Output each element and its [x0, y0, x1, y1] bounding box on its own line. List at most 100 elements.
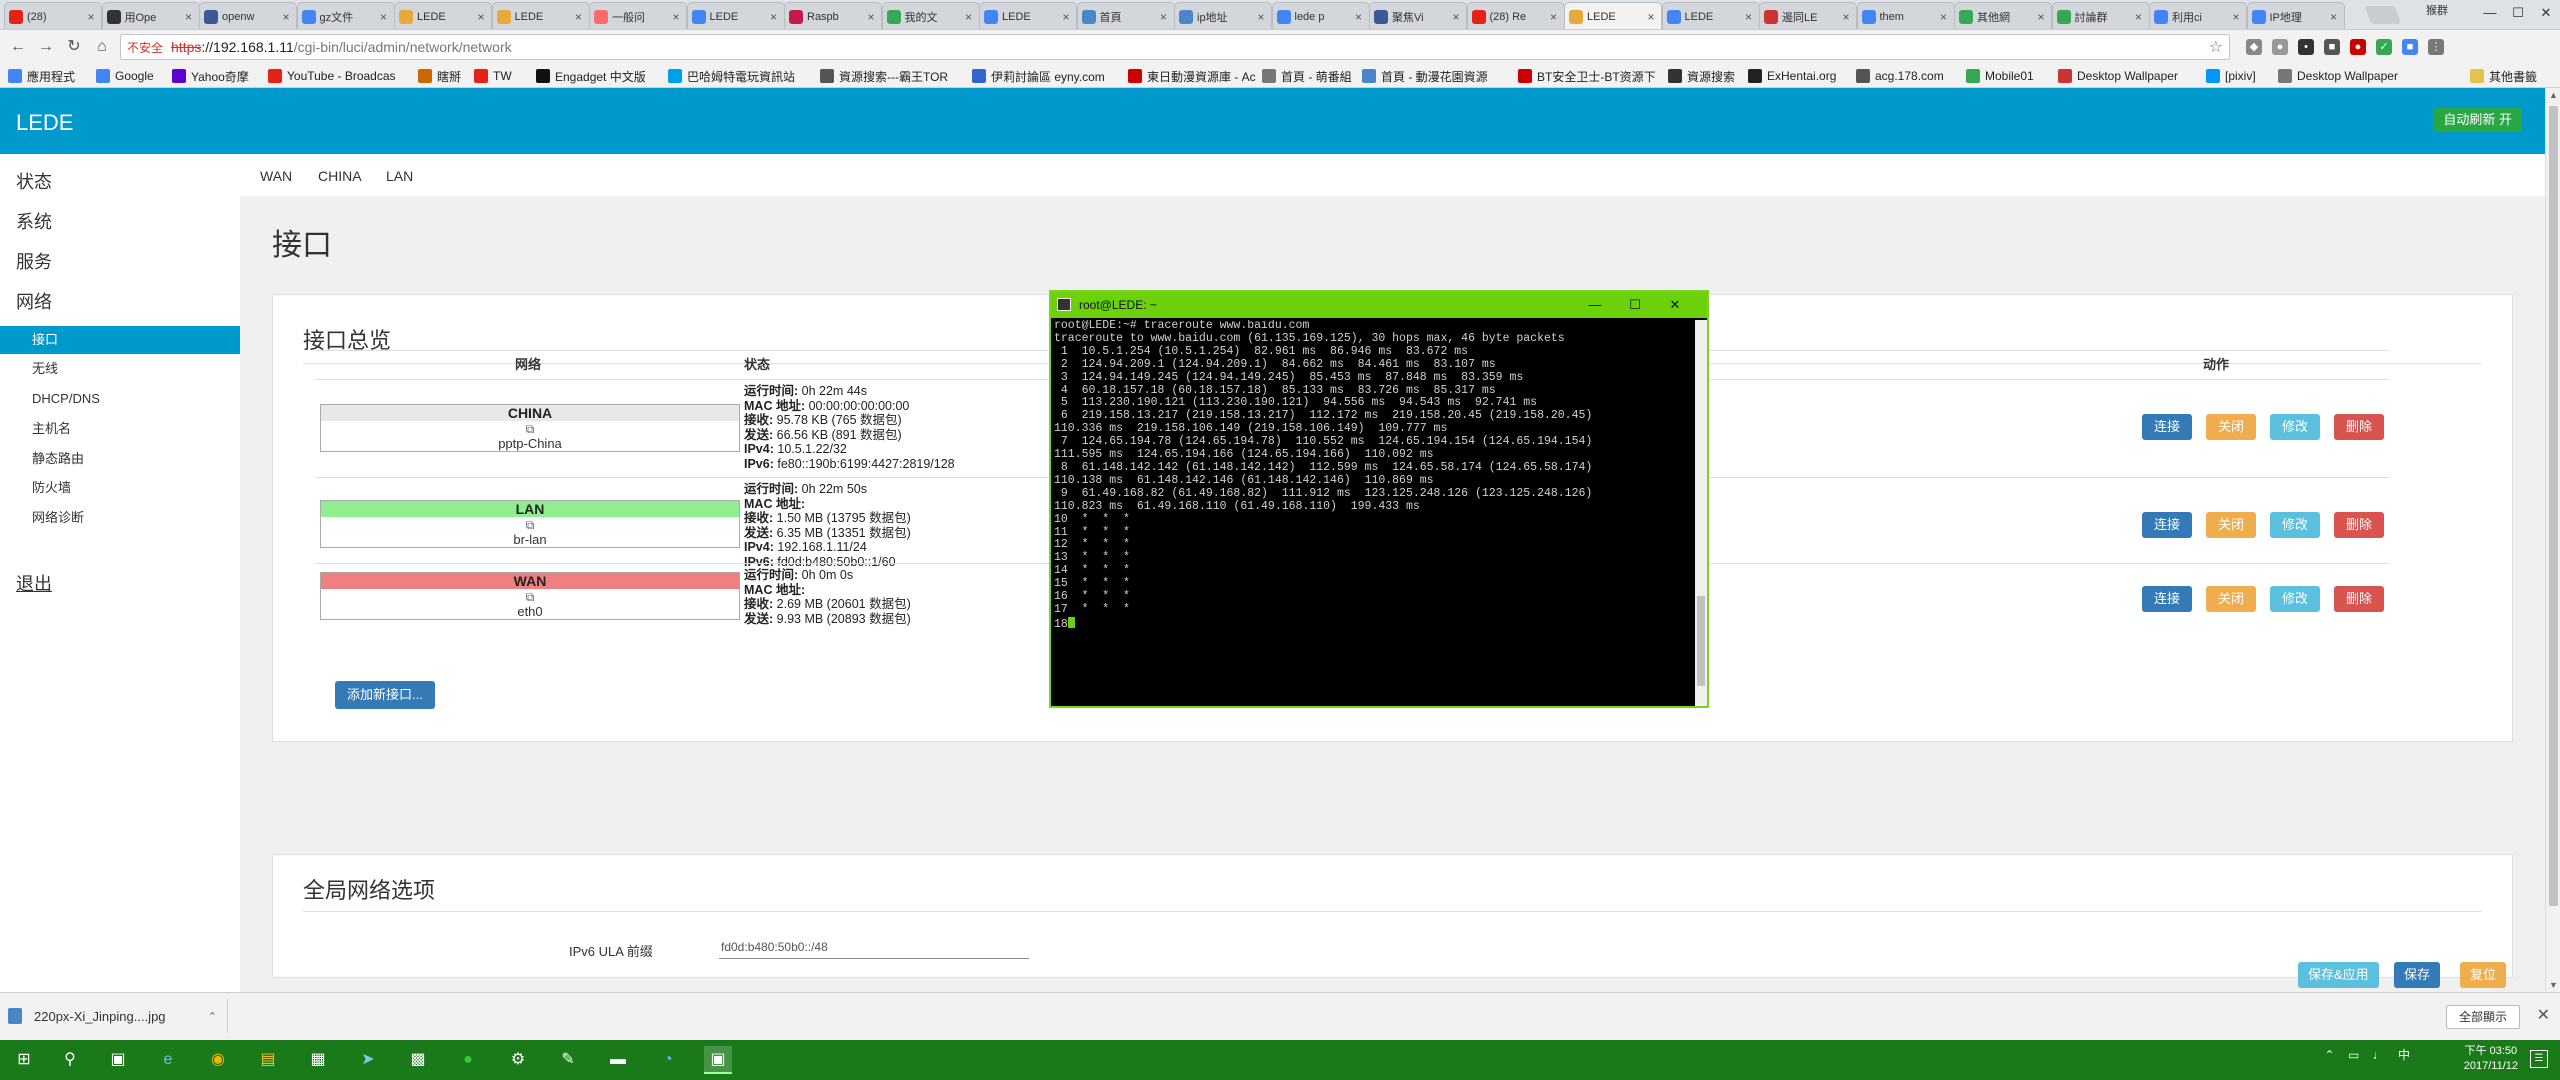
terminal-scrollbar-thumb[interactable]	[1697, 596, 1705, 686]
menu-dhcp-dns[interactable]: DHCP/DNS	[0, 385, 240, 413]
close-icon[interactable]: ×	[670, 10, 682, 24]
close-icon[interactable]: ×	[865, 10, 877, 24]
chevron-up-icon[interactable]: ⌃	[2325, 1048, 2335, 1062]
bookmark-item[interactable]: 瞎掰	[418, 68, 461, 84]
menu-network[interactable]: 网络	[16, 288, 52, 314]
menu-status[interactable]: 状态	[16, 168, 52, 194]
browser-tab[interactable]: 一般问 ×	[589, 2, 687, 29]
extension-icon[interactable]: •	[2298, 39, 2314, 55]
terminal-window[interactable]: root@LEDE: ~ — ☐ ✕ root@LEDE:~# tracerou…	[1049, 290, 1709, 708]
browser-tab[interactable]: LEDE ×	[979, 2, 1077, 29]
line-icon[interactable]: ●	[454, 1046, 482, 1074]
stop-button[interactable]: 关闭	[2206, 586, 2256, 612]
url-bar[interactable]: 不安全 https ://192.168.1.11 /cgi-bin/luci/…	[120, 34, 2230, 60]
terminal-scrollbar[interactable]	[1695, 320, 1707, 706]
task-view-icon[interactable]: ▣	[104, 1046, 132, 1074]
network-icon[interactable]: ▭	[2348, 1048, 2359, 1062]
browser-tab[interactable]: ip地址 ×	[1174, 2, 1272, 29]
browser-tab[interactable]: 聚焦Vi ×	[1369, 2, 1467, 29]
edge-icon[interactable]: e	[154, 1046, 182, 1074]
extension-icon[interactable]: ●	[2350, 39, 2366, 55]
close-icon[interactable]: ✕	[2537, 1005, 2550, 1025]
terminal-output[interactable]: root@LEDE:~# traceroute www.baidu.com tra…	[1054, 320, 1694, 704]
browser-tab[interactable]: lede p ×	[1271, 2, 1370, 29]
close-icon[interactable]: ×	[2328, 10, 2340, 24]
menu-static-routes[interactable]: 静态路由	[0, 445, 240, 473]
terminal-titlebar[interactable]: root@LEDE: ~ — ☐ ✕	[1051, 292, 1707, 318]
browser-tab[interactable]: 我的文 ×	[881, 2, 980, 29]
scroll-up-icon[interactable]: ▲	[2546, 88, 2560, 102]
menu-logout[interactable]: 退出	[16, 570, 52, 596]
other-bookmarks[interactable]: 其他書籤	[2470, 68, 2537, 84]
connect-button[interactable]: 连接	[2142, 586, 2192, 612]
home-icon[interactable]: ⌂	[90, 36, 114, 58]
maximize-icon[interactable]: ☐	[1615, 295, 1655, 315]
bookmark-item[interactable]: Mobile01	[1966, 68, 2034, 84]
add-interface-button[interactable]: 添加新接口...	[335, 681, 435, 709]
browser-tab[interactable]: Raspb ×	[784, 2, 882, 29]
close-icon[interactable]: ×	[1060, 10, 1072, 24]
chrome-icon[interactable]: ◉	[204, 1046, 232, 1074]
tab-lan[interactable]: LAN	[386, 168, 413, 184]
bookmark-item[interactable]: Desktop Wallpaper	[2058, 68, 2178, 84]
bookmark-item[interactable]: ExHentai.org	[1748, 68, 1836, 84]
profile-button[interactable]: 猴群	[2420, 2, 2454, 20]
scroll-down-icon[interactable]: ▼	[2546, 978, 2560, 992]
browser-tab[interactable]: 邊同LE ×	[1759, 2, 1857, 29]
bookmark-item[interactable]: 伊莉討論區 eyny.com	[972, 68, 1105, 84]
ipv6-ula-input[interactable]	[719, 935, 1029, 959]
minimize-icon[interactable]: —	[2476, 4, 2504, 22]
connect-button[interactable]: 连接	[2142, 512, 2192, 538]
lede-brand[interactable]: LEDE	[16, 110, 73, 136]
edit-button[interactable]: 修改	[2270, 512, 2320, 538]
close-icon[interactable]: ×	[2035, 10, 2047, 24]
close-icon[interactable]: ✕	[1655, 295, 1695, 315]
reset-button[interactable]: 复位	[2460, 962, 2507, 988]
new-tab-button[interactable]	[2364, 6, 2402, 24]
bookmark-item[interactable]: 首頁 - 動漫花園資源	[1362, 68, 1488, 84]
forward-icon[interactable]: →	[34, 36, 58, 58]
chevron-up-icon[interactable]: ⌃	[208, 1010, 217, 1023]
close-icon[interactable]: ×	[963, 10, 975, 24]
menu-icon[interactable]: ⋮	[2428, 39, 2444, 55]
bookmark-item[interactable]: 首頁 - 萌番組	[1262, 68, 1352, 84]
browser-tab[interactable]: LEDE ×	[1564, 2, 1662, 29]
close-icon[interactable]: ×	[1255, 10, 1267, 24]
close-icon[interactable]: ×	[1645, 10, 1657, 24]
browser-tab[interactable]: LEDE ×	[394, 2, 492, 29]
menu-hostnames[interactable]: 主机名	[0, 415, 240, 443]
browser-tab[interactable]: gz文件 ×	[296, 2, 395, 29]
volume-icon[interactable]: ♩	[2373, 1048, 2385, 1062]
browser-tab[interactable]: IP地理 ×	[2246, 2, 2345, 29]
close-icon[interactable]: ×	[2230, 10, 2242, 24]
close-icon[interactable]: ×	[1158, 10, 1170, 24]
close-icon[interactable]: ×	[1450, 10, 1462, 24]
terminal-app-icon[interactable]: ▬	[604, 1046, 632, 1074]
menu-firewall[interactable]: 防火墙	[0, 474, 240, 502]
download-item[interactable]: 220px-Xi_Jinping....jpg ⌃	[8, 999, 228, 1033]
browser-tab[interactable]: 利用ci ×	[2149, 2, 2247, 29]
putty-icon[interactable]: ▣	[704, 1046, 732, 1074]
bookmark-item[interactable]: TW	[474, 68, 512, 84]
close-icon[interactable]: ×	[1353, 10, 1365, 24]
close-icon[interactable]: ×	[768, 10, 780, 24]
search-icon[interactable]: ⚲	[56, 1046, 84, 1074]
close-icon[interactable]: ×	[1548, 10, 1560, 24]
browser-tab[interactable]: 首頁 ×	[1076, 2, 1175, 29]
auto-refresh-button[interactable]: 自动刷新 开	[2433, 108, 2522, 132]
bookmark-item[interactable]: 東日動漫資源庫 - Ac	[1128, 68, 1256, 84]
bookmark-item[interactable]: 巴哈姆特電玩資訊站	[668, 68, 795, 84]
stop-button[interactable]: 关闭	[2206, 414, 2256, 440]
delete-button[interactable]: 删除	[2334, 414, 2384, 440]
bookmark-item[interactable]: Yahoo奇摩	[172, 68, 249, 84]
bookmark-item[interactable]: Engadget 中文版	[536, 68, 646, 84]
close-icon[interactable]: ×	[573, 10, 585, 24]
page-scrollbar[interactable]: ▲ ▼	[2545, 88, 2560, 992]
notepad-icon[interactable]: ✎	[554, 1046, 582, 1074]
file-explorer-icon[interactable]: ▤	[254, 1046, 282, 1074]
edit-button[interactable]: 修改	[2270, 414, 2320, 440]
stop-button[interactable]: 关闭	[2206, 512, 2256, 538]
extension-icon[interactable]: ■	[2324, 39, 2340, 55]
browser-tab[interactable]: them ×	[1856, 2, 1955, 29]
browser-tab[interactable]: 討論群 ×	[2051, 2, 2150, 29]
